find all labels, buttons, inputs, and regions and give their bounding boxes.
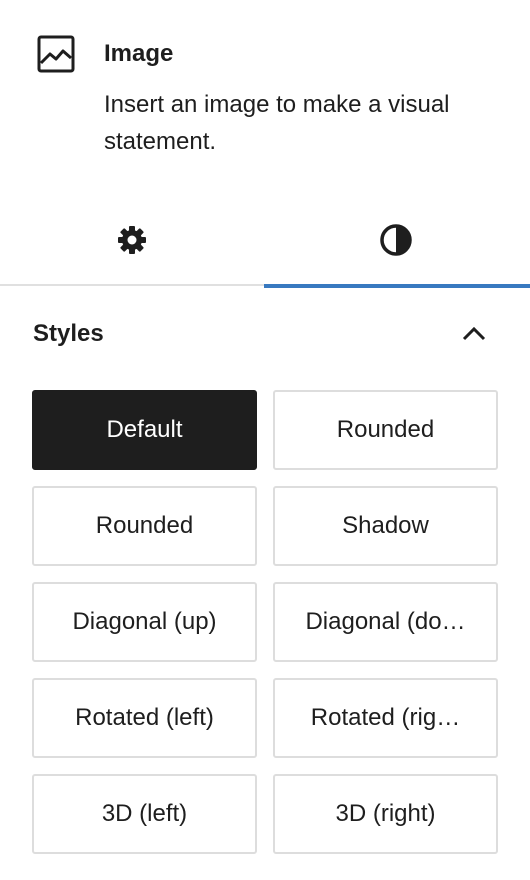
block-inspector-panel: Image Insert an image to make a visual s… <box>0 0 530 880</box>
style-option-default[interactable]: Default <box>32 390 257 470</box>
style-option-label: 3D (right) <box>335 800 436 827</box>
styles-panel-title: Styles <box>33 320 104 347</box>
style-option-diagonal-down[interactable]: Diagonal (do… <box>273 582 498 662</box>
style-options-grid: Default Rounded Rounded Shadow Diagonal … <box>32 390 498 854</box>
style-option-shadow[interactable]: Shadow <box>273 486 498 566</box>
style-option-label: 3D (left) <box>101 800 188 827</box>
gear-icon <box>118 226 146 254</box>
tab-settings[interactable] <box>0 194 264 286</box>
block-title: Image <box>104 40 174 67</box>
image-icon <box>37 35 75 73</box>
style-option-label: Default <box>106 416 183 443</box>
style-option-diagonal-up[interactable]: Diagonal (up) <box>32 582 257 662</box>
style-option-label: Diagonal (do… <box>305 608 466 635</box>
style-option-label: Rounded <box>95 512 194 539</box>
contrast-icon <box>380 224 412 256</box>
style-option-3d-left[interactable]: 3D (left) <box>32 774 257 854</box>
style-option-label: Diagonal (up) <box>72 608 217 635</box>
style-option-rotated-left[interactable]: Rotated (left) <box>32 678 257 758</box>
style-option-label: Rotated (rig… <box>310 704 461 731</box>
style-option-label: Shadow <box>342 512 429 539</box>
inspector-tabs <box>0 194 530 288</box>
block-description: Insert an image to make a visual stateme… <box>104 91 450 155</box>
tab-styles[interactable] <box>264 194 530 288</box>
style-option-rotated-right[interactable]: Rotated (rig… <box>273 678 498 758</box>
style-option-3d-right[interactable]: 3D (right) <box>273 774 498 854</box>
styles-panel-toggle[interactable]: Styles <box>0 286 530 382</box>
style-option-rounded-2[interactable]: Rounded <box>32 486 257 566</box>
style-option-rounded[interactable]: Rounded <box>273 390 498 470</box>
chevron-up-icon <box>462 326 486 341</box>
style-option-label: Rotated (left) <box>75 704 214 731</box>
style-option-label: Rounded <box>336 416 435 443</box>
block-card: Image Insert an image to make a visual s… <box>0 0 530 200</box>
